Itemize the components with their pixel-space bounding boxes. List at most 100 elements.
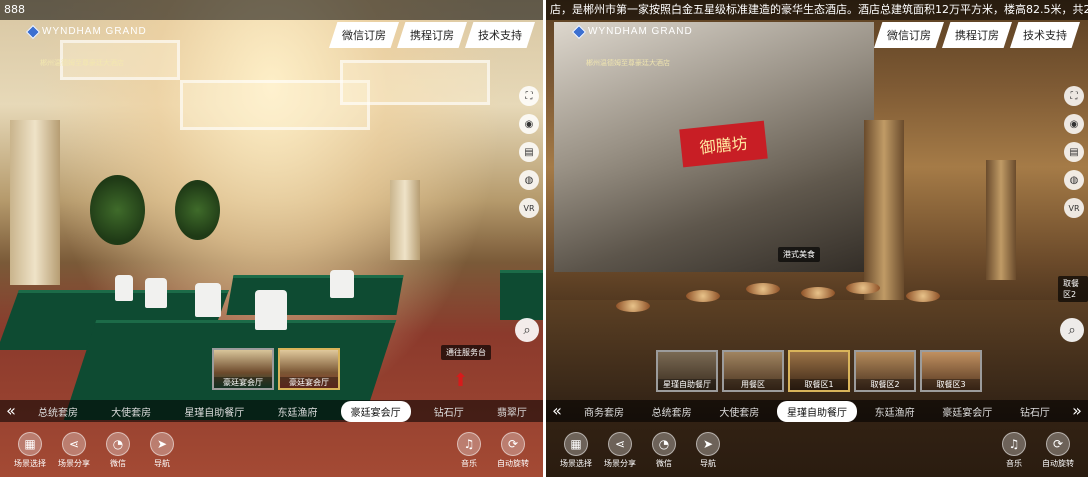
tab-seafood-restaurant[interactable]: 东廷渔府 <box>865 401 925 422</box>
search-icon[interactable]: ⌕ <box>1060 318 1084 342</box>
scene-thumbnail-active[interactable]: 取餐区1 <box>788 350 850 392</box>
chat-icon[interactable]: ◍ <box>1064 170 1084 190</box>
scene-thumbnail[interactable]: 用餐区 <box>722 350 784 392</box>
hotel-logo[interactable]: WYNDHAM GRAND <box>25 24 147 39</box>
tab-jade-hall[interactable]: 翡翠厅 <box>487 401 537 422</box>
hotel-logo[interactable]: WYNDHAM GRAND <box>571 24 693 39</box>
thumbnail-label: 豪廷宴会厅 <box>280 377 338 388</box>
scene-tab-bar: « 商务套房 总统套房 大使套房 星瑾自助餐厅 东廷渔府 豪廷宴会厅 钻石厅 » <box>546 400 1088 422</box>
contact-card-icon[interactable]: ▤ <box>519 142 539 162</box>
scene-share-button[interactable]: ⋖ 场景分享 <box>54 432 94 469</box>
tech-support-button[interactable]: 技术支持 <box>1010 22 1080 48</box>
fullscreen-icon[interactable]: ⛶ <box>519 86 539 106</box>
tab-seafood-restaurant[interactable]: 东廷渔府 <box>267 401 327 422</box>
direction-arrow-icon[interactable]: ⬆ <box>453 370 468 391</box>
prev-arrow-icon[interactable]: « <box>546 400 568 422</box>
tab-business-suite[interactable]: 商务套房 <box>574 401 634 422</box>
button-label: 音乐 <box>461 459 477 468</box>
hotspot-label[interactable]: 取餐区2 <box>1058 276 1088 302</box>
scene-thumbnail[interactable]: 取餐区3 <box>920 350 982 392</box>
button-label: 自动旋转 <box>497 459 529 468</box>
scene-thumbnail[interactable]: 取餐区2 <box>854 350 916 392</box>
music-button[interactable]: ♫ 音乐 <box>449 432 489 469</box>
music-button[interactable]: ♫ 音乐 <box>994 432 1034 469</box>
dish <box>746 283 780 295</box>
dish <box>616 300 650 312</box>
fullscreen-icon[interactable]: ⛶ <box>1064 86 1084 106</box>
panorama-viewer-banquet[interactable]: ⬆ 888 WYNDHAM GRAND 郴州温德姆至尊豪廷大酒店 微信订房 携程… <box>0 0 543 477</box>
auto-rotate-button[interactable]: ⟳ 自动旋转 <box>1038 432 1078 469</box>
button-label: 场景选择 <box>14 459 46 468</box>
chat-icon[interactable]: ◍ <box>519 170 539 190</box>
info-ticker: 888 <box>0 0 543 20</box>
button-label: 自动旋转 <box>1042 459 1074 468</box>
button-label: 微信 <box>110 459 126 468</box>
scene-share-button[interactable]: ⋖ 场景分享 <box>600 432 640 469</box>
eye-icon[interactable]: ◉ <box>519 114 539 134</box>
tech-support-button[interactable]: 技术支持 <box>465 22 535 48</box>
tab-presidential-suite[interactable]: 总统套房 <box>28 401 88 422</box>
tab-buffet-restaurant[interactable]: 星瑾自助餐厅 <box>174 401 254 422</box>
eye-icon[interactable]: ◉ <box>1064 114 1084 134</box>
search-icon[interactable]: ⌕ <box>515 318 539 342</box>
prev-arrow-icon[interactable]: « <box>0 400 22 422</box>
ctrip-booking-button[interactable]: 携程订房 <box>397 22 467 48</box>
wechat-booking-button[interactable]: 微信订房 <box>329 22 399 48</box>
scene-thumbnails: 星瑾自助餐厅 用餐区 取餐区1 取餐区2 取餐区3 <box>656 350 982 392</box>
music-icon: ♫ <box>457 432 481 456</box>
navigation-button[interactable]: ➤ 导航 <box>688 432 728 469</box>
pillar <box>10 120 60 285</box>
scene-select-button[interactable]: ▦ 场景选择 <box>10 432 50 469</box>
wechat-button[interactable]: ◔ 微信 <box>644 432 684 469</box>
tab-banquet-hall[interactable]: 豪廷宴会厅 <box>340 400 411 422</box>
ceiling-panel <box>340 60 490 105</box>
navigation-button[interactable]: ➤ 导航 <box>142 432 182 469</box>
bottom-toolbar: ▦ 场景选择 ⋖ 场景分享 ◔ 微信 ➤ 导航 ♫ 音乐 ⟳ 自动旋转 <box>0 432 543 477</box>
hotspot-label[interactable]: 通往服务台 <box>441 345 491 360</box>
tab-diamond-hall[interactable]: 钻石厅 <box>424 401 474 422</box>
scene-thumbnail[interactable]: 豪廷宴会厅 <box>212 348 274 390</box>
scene-select-button[interactable]: ▦ 场景选择 <box>556 432 596 469</box>
navigation-icon: ➤ <box>150 432 174 456</box>
bottom-toolbar: ▦ 场景选择 ⋖ 场景分享 ◔ 微信 ➤ 导航 ♫ 音乐 ⟳ 自动旋转 <box>546 432 1088 477</box>
auto-rotate-button[interactable]: ⟳ 自动旋转 <box>493 432 533 469</box>
contact-card-icon[interactable]: ▤ <box>1064 142 1084 162</box>
logo-subtitle: 郴州温德姆至尊豪廷大酒店 <box>586 59 670 67</box>
info-ticker: 店，是郴州市第一家按照白金五星级标准建造的豪华生态酒店。酒店总建筑面积12万平方… <box>546 0 1088 20</box>
grid-icon: ▦ <box>564 432 588 456</box>
hotspot-label[interactable]: 港式美食 <box>778 247 820 262</box>
next-arrow-icon[interactable]: » <box>1066 400 1088 422</box>
tab-buffet-restaurant[interactable]: 星瑾自助餐厅 <box>776 400 857 422</box>
panorama-viewer-buffet[interactable]: 御膳坊 店，是郴州市第一家按照白金五星级标准建造的豪华生态酒店。酒店总建筑面积1… <box>546 0 1088 477</box>
tab-banquet-hall[interactable]: 豪廷宴会厅 <box>932 401 1002 422</box>
button-label: 导航 <box>154 459 170 468</box>
ctrip-booking-button[interactable]: 携程订房 <box>942 22 1012 48</box>
conference-table <box>226 275 404 315</box>
diamond-logo-icon <box>25 24 41 39</box>
wechat-booking-button[interactable]: 微信订房 <box>874 22 944 48</box>
column <box>864 120 904 300</box>
tab-ambassador-suite[interactable]: 大使套房 <box>101 401 161 422</box>
share-icon: ⋖ <box>608 432 632 456</box>
vr-icon[interactable]: VR <box>1064 198 1084 218</box>
logo-text: WYNDHAM GRAND <box>588 26 693 37</box>
pillar <box>390 180 420 260</box>
button-label: 场景分享 <box>58 459 90 468</box>
screenshot: ⬆ 888 WYNDHAM GRAND 郴州温德姆至尊豪廷大酒店 微信订房 携程… <box>0 0 1088 477</box>
scene-tabs: 总统套房 大使套房 星瑾自助餐厅 东廷渔府 豪廷宴会厅 钻石厅 翡翠厅 <box>22 400 543 422</box>
scene-thumbnail-active[interactable]: 豪廷宴会厅 <box>278 348 340 390</box>
button-label: 导航 <box>700 459 716 468</box>
top-button-group: 微信订房 携程订房 技术支持 <box>874 22 1080 48</box>
scene-thumbnail[interactable]: 星瑾自助餐厅 <box>656 350 718 392</box>
plant <box>90 175 145 245</box>
scene-tabs: 商务套房 总统套房 大使套房 星瑾自助餐厅 东廷渔府 豪廷宴会厅 钻石厅 <box>568 400 1066 422</box>
dish <box>846 282 880 294</box>
vr-icon[interactable]: VR <box>519 198 539 218</box>
tab-presidential-suite[interactable]: 总统套房 <box>642 401 702 422</box>
tab-diamond-hall[interactable]: 钻石厅 <box>1010 401 1060 422</box>
wechat-button[interactable]: ◔ 微信 <box>98 432 138 469</box>
tab-ambassador-suite[interactable]: 大使套房 <box>709 401 769 422</box>
plant <box>175 180 220 240</box>
thumbnail-label: 用餐区 <box>724 379 782 390</box>
side-toolbar: ⛶ ◉ ▤ ◍ VR <box>1064 86 1084 218</box>
